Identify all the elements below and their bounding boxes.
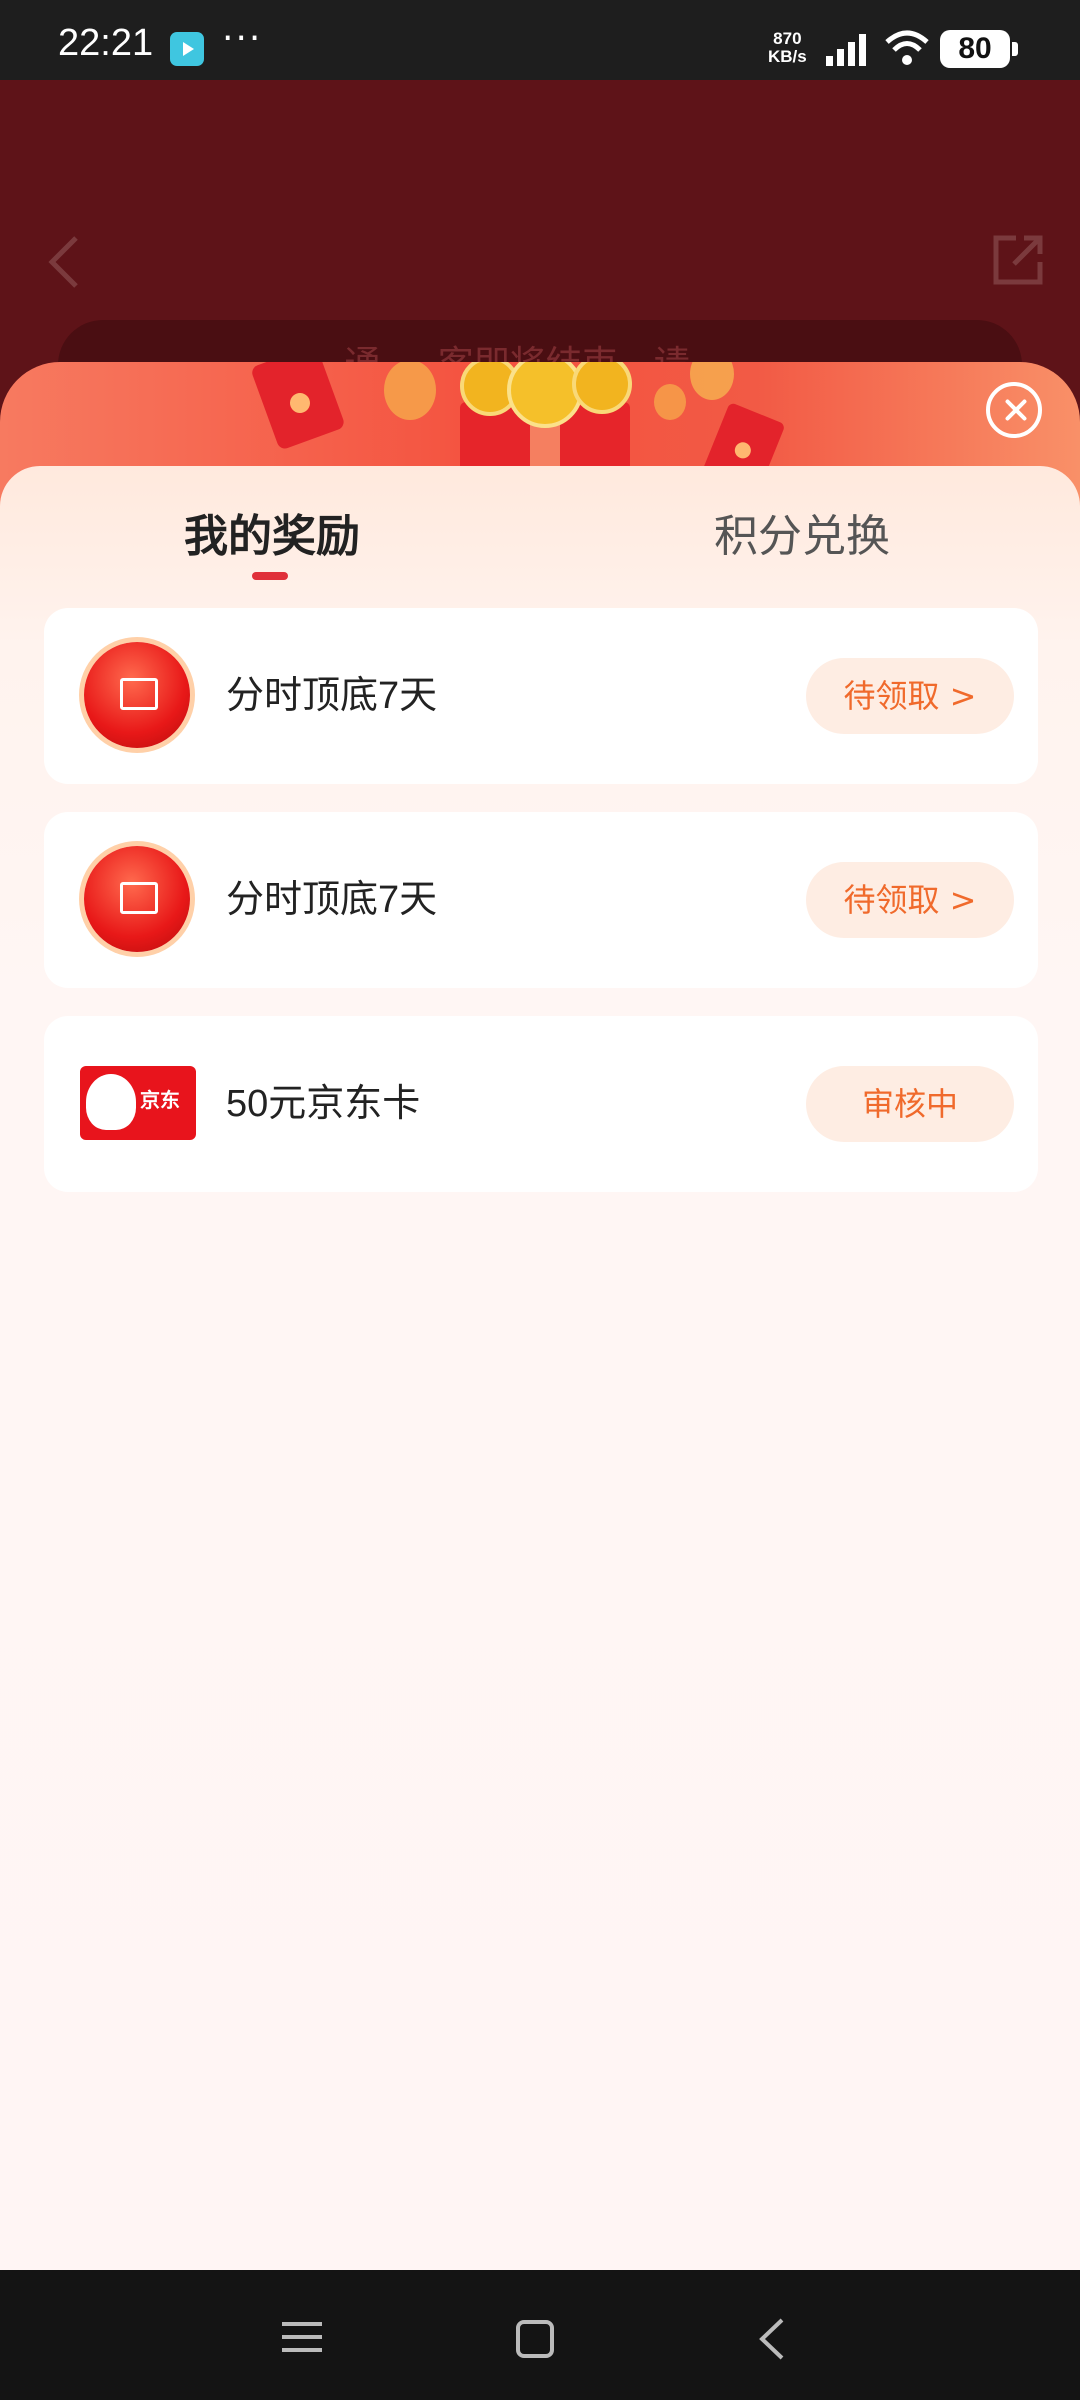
jd-card-icon: 京东: [80, 1066, 196, 1140]
chart-icon: [84, 846, 190, 952]
wifi-icon: [885, 30, 929, 65]
more-notifications-icon: ···: [222, 18, 263, 59]
home-icon[interactable]: [516, 2320, 554, 2358]
tab-my-rewards[interactable]: 我的奖励: [184, 500, 360, 564]
close-button[interactable]: [986, 382, 1042, 438]
chart-icon: [84, 642, 190, 748]
battery-indicator: 80: [940, 30, 1010, 68]
menu-icon[interactable]: [282, 2320, 322, 2354]
claim-button[interactable]: 待领取 >: [806, 658, 1014, 734]
share-icon[interactable]: [990, 232, 1046, 288]
system-nav-bar: [0, 2270, 1080, 2400]
reward-item: 分时顶底7天 待领取 >: [44, 608, 1038, 784]
video-app-icon: [170, 32, 204, 66]
active-tab-indicator: [252, 572, 288, 580]
battery-tip: [1012, 42, 1018, 56]
jd-mascot-icon: [86, 1074, 136, 1130]
nav-back-icon[interactable]: [756, 2316, 786, 2362]
net-speed-unit: KB/s: [768, 47, 807, 66]
reward-title: 分时顶底7天: [226, 675, 438, 717]
review-status-button[interactable]: 审核中: [806, 1066, 1014, 1142]
net-speed: 870 KB/s: [768, 30, 807, 66]
claim-button[interactable]: 待领取 >: [806, 862, 1014, 938]
status-time: 22:21: [58, 22, 154, 64]
net-speed-value: 870: [773, 29, 802, 48]
reward-item: 分时顶底7天 待领取 >: [44, 812, 1038, 988]
back-icon[interactable]: [44, 232, 84, 292]
status-bar: 22:21 ··· 870 KB/s 80: [0, 0, 1080, 80]
signal-icon: [826, 34, 866, 66]
reward-title: 分时顶底7天: [226, 879, 438, 921]
reward-item: 京东 50元京东卡 审核中: [44, 1016, 1038, 1192]
reward-title: 50元京东卡: [226, 1083, 421, 1125]
jd-logo-text: 京东: [140, 1088, 180, 1112]
tab-points-exchange[interactable]: 积分兑换: [714, 500, 890, 564]
